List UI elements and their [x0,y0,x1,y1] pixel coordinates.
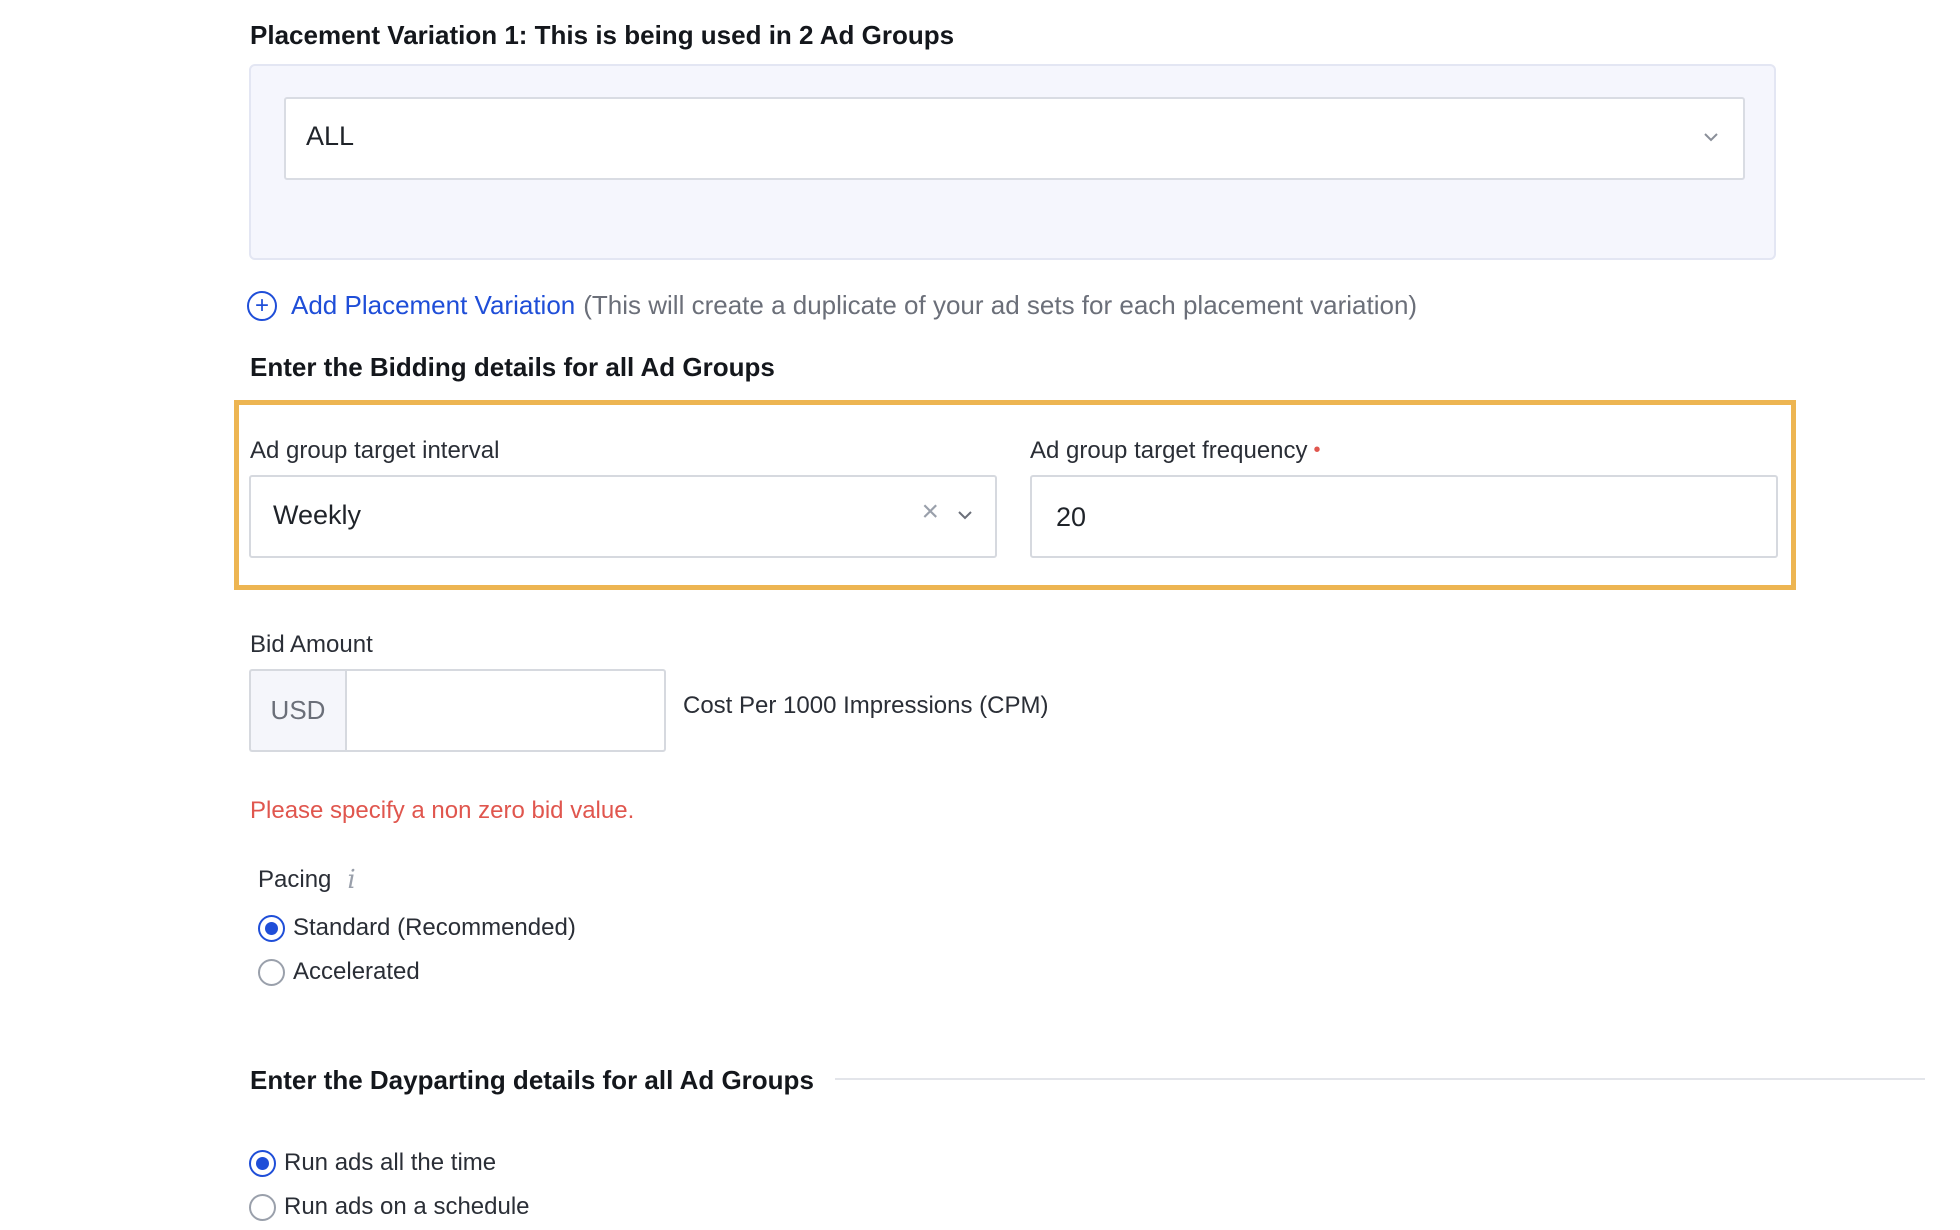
target-frequency-value: 20 [1056,502,1087,532]
placement-variation-title: Placement Variation 1: This is being use… [250,20,955,50]
bid-amount-label: Bid Amount [250,631,373,658]
chevron-down-icon [1704,133,1718,142]
pacing-label-text: Pacing [258,866,332,893]
target-interval-select[interactable]: Weekly × [249,475,997,558]
section-divider [835,1078,1925,1080]
pacing-option-label: Standard (Recommended) [293,914,576,941]
target-interval-value: Weekly [273,500,362,530]
bidding-section-title: Enter the Bidding details for all Ad Gro… [250,352,775,382]
radio-unselected-icon[interactable] [249,1193,276,1221]
radio-selected-icon[interactable] [258,914,285,942]
info-icon[interactable]: i [347,865,355,895]
pacing-option-label: Accelerated [293,958,420,985]
target-interval-label: Ad group target interval [250,437,500,464]
required-indicator: • [1313,439,1321,461]
add-placement-variation[interactable]: + Add Placement Variation (This will cre… [247,290,1417,321]
add-placement-variation-link[interactable]: Add Placement Variation [291,290,575,321]
pacing-label: Pacing i [258,865,356,895]
clear-icon[interactable]: × [921,497,939,527]
pacing-option-accelerated[interactable]: Accelerated [258,958,420,986]
dayparting-option-label: Run ads on a schedule [284,1193,530,1220]
bid-amount-input[interactable] [345,669,666,752]
chevron-down-icon[interactable] [955,505,975,525]
bid-unit-label: Cost Per 1000 Impressions (CPM) [683,692,1049,719]
radio-selected-icon[interactable] [249,1149,276,1177]
dayparting-option-schedule[interactable]: Run ads on a schedule [249,1193,530,1221]
placement-select[interactable]: ALL [284,97,1745,180]
add-circle-icon[interactable]: + [247,290,277,321]
radio-unselected-icon[interactable] [258,958,285,986]
target-frequency-input[interactable]: 20 [1030,475,1778,558]
target-frequency-label: Ad group target frequency • [1030,437,1321,465]
currency-addon: USD [249,669,345,752]
bid-amount-group: USD [249,669,666,752]
pacing-option-standard[interactable]: Standard (Recommended) [258,914,576,942]
dayparting-section-title: Enter the Dayparting details for all Ad … [250,1065,814,1095]
placement-select-value: ALL [306,121,355,151]
add-placement-variation-note: (This will create a duplicate of your ad… [583,290,1418,320]
target-frequency-label-text: Ad group target frequency [1030,437,1308,464]
dayparting-option-label: Run ads all the time [284,1149,497,1176]
bid-error-message: Please specify a non zero bid value. [250,797,635,824]
dayparting-option-all-time[interactable]: Run ads all the time [249,1149,496,1177]
